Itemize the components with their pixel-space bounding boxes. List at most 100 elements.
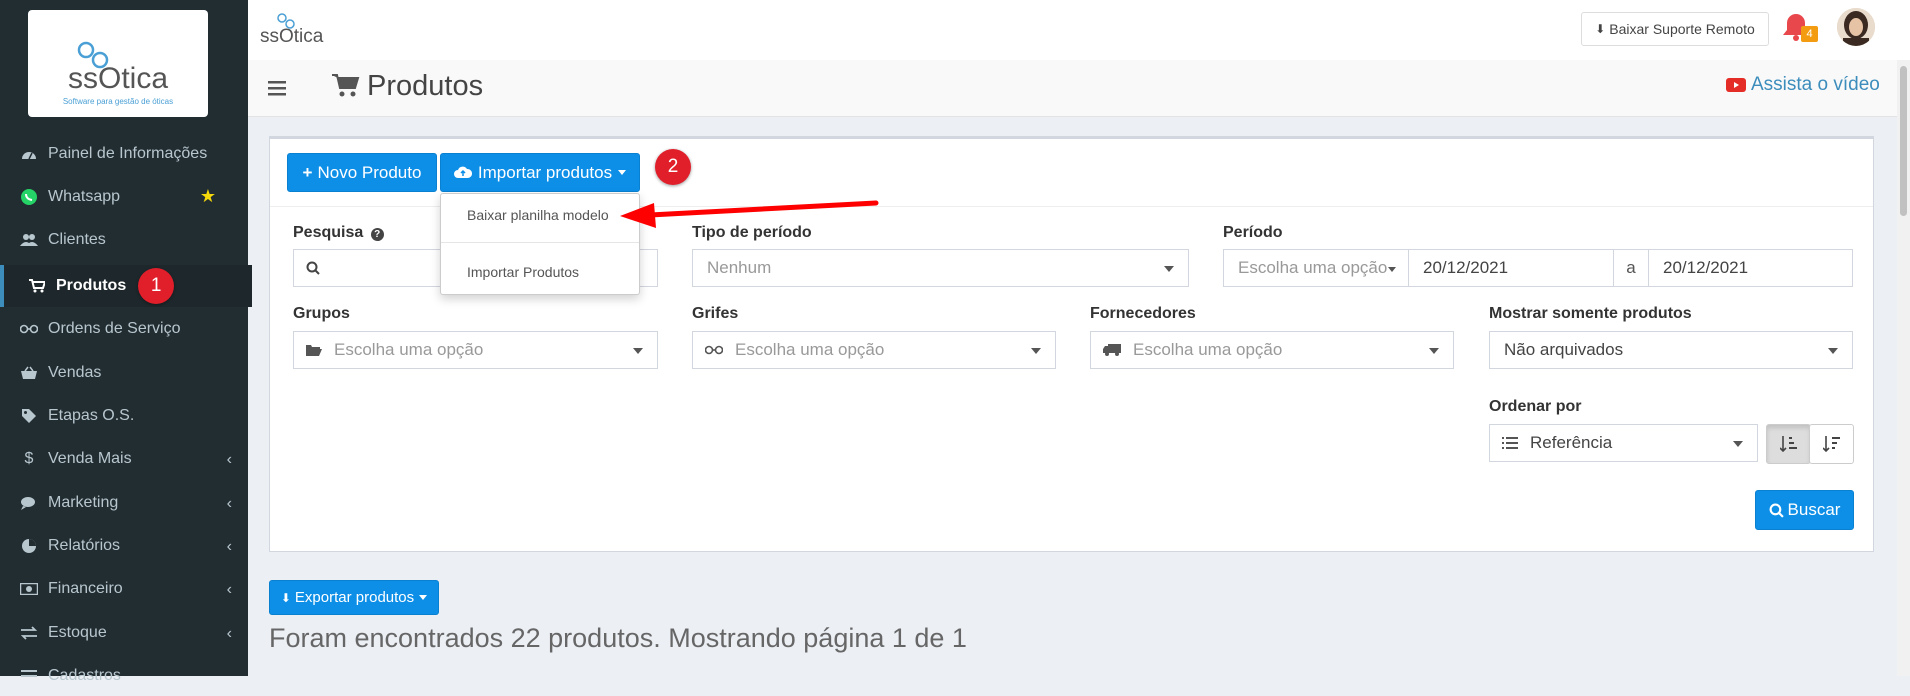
search-button[interactable]: Buscar	[1755, 490, 1854, 530]
import-products-button[interactable]: Importar produtos	[440, 153, 640, 192]
menu-toggle-button[interactable]	[268, 80, 286, 96]
new-product-button[interactable]: + Novo Produto	[287, 153, 437, 192]
sidebar-item-cadastros[interactable]: Cadastros	[0, 656, 248, 696]
date-from-input[interactable]: 20/12/2021	[1408, 249, 1614, 287]
caret-down-icon	[1164, 266, 1174, 272]
logo[interactable]: ssOtica Software para gestão de óticas	[28, 10, 208, 117]
chevron-left-icon: ‹	[226, 538, 232, 555]
sidebar-item-produtos[interactable]: Produtos 1	[0, 265, 252, 307]
sidebar-item-painel[interactable]: Painel de Informações	[0, 134, 248, 174]
grupos-select[interactable]: Escolha uma opção	[293, 331, 658, 369]
ordenar-select[interactable]: Referência	[1489, 424, 1758, 462]
sort-asc-button[interactable]	[1766, 424, 1811, 464]
sidebar-item-label: Cadastros	[48, 667, 121, 684]
sidebar-item-label: Painel de Informações	[48, 145, 208, 162]
money-icon	[18, 583, 40, 595]
sort-amount-asc-icon	[1779, 436, 1797, 452]
hamburger-icon	[268, 81, 286, 96]
search-icon	[306, 261, 320, 275]
grupos-label: Grupos	[293, 305, 350, 322]
sidebar-item-label: Marketing	[48, 494, 119, 511]
caret-down-icon	[1031, 348, 1041, 354]
grifes-label: Grifes	[692, 305, 739, 322]
list-icon	[18, 669, 40, 683]
remote-support-label: Baixar Suporte Remoto	[1609, 21, 1755, 37]
star-icon: ★	[199, 186, 216, 206]
sort-amount-desc-icon	[1822, 436, 1840, 452]
truck-icon	[1103, 344, 1121, 356]
sidebar-item-vendas[interactable]: Vendas	[0, 353, 248, 393]
sidebar-item-label: Vendas	[48, 364, 102, 381]
search-button-label: Buscar	[1787, 500, 1841, 519]
caret-down-icon	[1828, 348, 1838, 354]
export-products-button[interactable]: ⬇ Exportar produtos	[269, 580, 439, 615]
sidebar-item-label: Ordens de Serviço	[48, 320, 181, 337]
notifications-button[interactable]: 4	[1781, 10, 1821, 46]
menu-item-importar-produtos[interactable]: Importar Produtos	[467, 264, 579, 280]
sidebar-item-label: Produtos	[56, 277, 127, 294]
watch-video-label: Assista o vídeo	[1751, 74, 1880, 95]
sort-desc-button[interactable]	[1809, 424, 1854, 464]
periodo-option-select[interactable]: Escolha uma opção	[1223, 249, 1409, 287]
logo-tagline: Software para gestão de óticas	[62, 97, 174, 106]
sidebar-item-label: Whatsapp	[48, 188, 121, 205]
tag-icon	[18, 408, 40, 424]
menu-divider	[441, 242, 639, 243]
caret-down-icon	[1429, 348, 1439, 354]
sidebar-item-venda-mais[interactable]: $ Venda Mais ‹	[0, 439, 248, 479]
caret-down-icon	[1388, 267, 1396, 272]
exchange-icon	[18, 626, 40, 640]
chevron-left-icon: ‹	[226, 625, 232, 642]
glasses-icon	[18, 324, 40, 334]
plus-icon: +	[302, 162, 313, 182]
caret-down-icon	[633, 348, 643, 354]
watch-video-link[interactable]: Assista o vídeo	[1726, 74, 1880, 96]
sidebar-item-estoque[interactable]: Estoque ‹	[0, 613, 248, 653]
brand-text: ssOtica	[260, 26, 324, 47]
scrollbar-thumb[interactable]	[1900, 66, 1907, 216]
sidebar-item-label: Etapas O.S.	[48, 407, 135, 424]
users-icon	[18, 233, 40, 247]
mostrar-select[interactable]: Não arquivados	[1489, 331, 1853, 369]
fornecedores-label: Fornecedores	[1090, 305, 1196, 322]
whatsapp-icon	[18, 188, 40, 206]
search-icon	[1769, 503, 1784, 518]
sidebar-item-whatsapp[interactable]: Whatsapp ★	[0, 177, 248, 217]
download-icon: ⬇	[1595, 22, 1606, 36]
sidebar-item-marketing[interactable]: Marketing ‹	[0, 483, 248, 523]
periodo-label: Período	[1223, 224, 1283, 241]
avatar[interactable]	[1837, 8, 1875, 46]
sidebar-item-label: Estoque	[48, 624, 107, 641]
download-icon: ⬇	[280, 590, 291, 605]
fornecedores-select[interactable]: Escolha uma opção	[1090, 331, 1454, 369]
menu-item-baixar-planilha[interactable]: Baixar planilha modelo	[467, 207, 609, 223]
sidebar-item-etapas[interactable]: Etapas O.S.	[0, 396, 248, 436]
list-ol-icon	[1502, 436, 1518, 450]
caret-down-icon	[1733, 441, 1743, 447]
mostrar-label: Mostrar somente produtos	[1489, 305, 1692, 322]
chevron-left-icon: ‹	[226, 581, 232, 598]
sidebar-item-clientes[interactable]: Clientes	[0, 220, 248, 260]
periodo-option-value: Escolha uma opção	[1238, 258, 1388, 277]
remote-support-button[interactable]: ⬇ Baixar Suporte Remoto	[1581, 12, 1769, 46]
grifes-select[interactable]: Escolha uma opção	[692, 331, 1056, 369]
folder-open-icon	[306, 344, 322, 356]
logo-text: ssOtica	[67, 62, 169, 95]
date-to-input[interactable]: 20/12/2021	[1648, 249, 1853, 287]
sidebar-item-relatorios[interactable]: Relatórios ‹	[0, 526, 248, 566]
cart-icon	[332, 74, 360, 97]
sidebar-item-label: Clientes	[48, 231, 106, 248]
ordenar-label: Ordenar por	[1489, 398, 1582, 415]
step-badge: 2	[655, 149, 691, 185]
brand-logo[interactable]: ssOtica	[260, 12, 340, 48]
scrollbar[interactable]	[1897, 60, 1910, 676]
tipo-periodo-select[interactable]: Nenhum	[692, 249, 1189, 287]
chevron-left-icon: ‹	[226, 451, 232, 468]
youtube-icon	[1726, 78, 1746, 92]
notification-count: 4	[1801, 26, 1818, 42]
chevron-left-icon: ‹	[226, 495, 232, 512]
sidebar-item-ordens[interactable]: Ordens de Serviço	[0, 309, 248, 349]
user-photo-icon	[1837, 8, 1875, 46]
sidebar-item-financeiro[interactable]: Financeiro ‹	[0, 569, 248, 609]
page-title: Produtos	[367, 70, 484, 102]
